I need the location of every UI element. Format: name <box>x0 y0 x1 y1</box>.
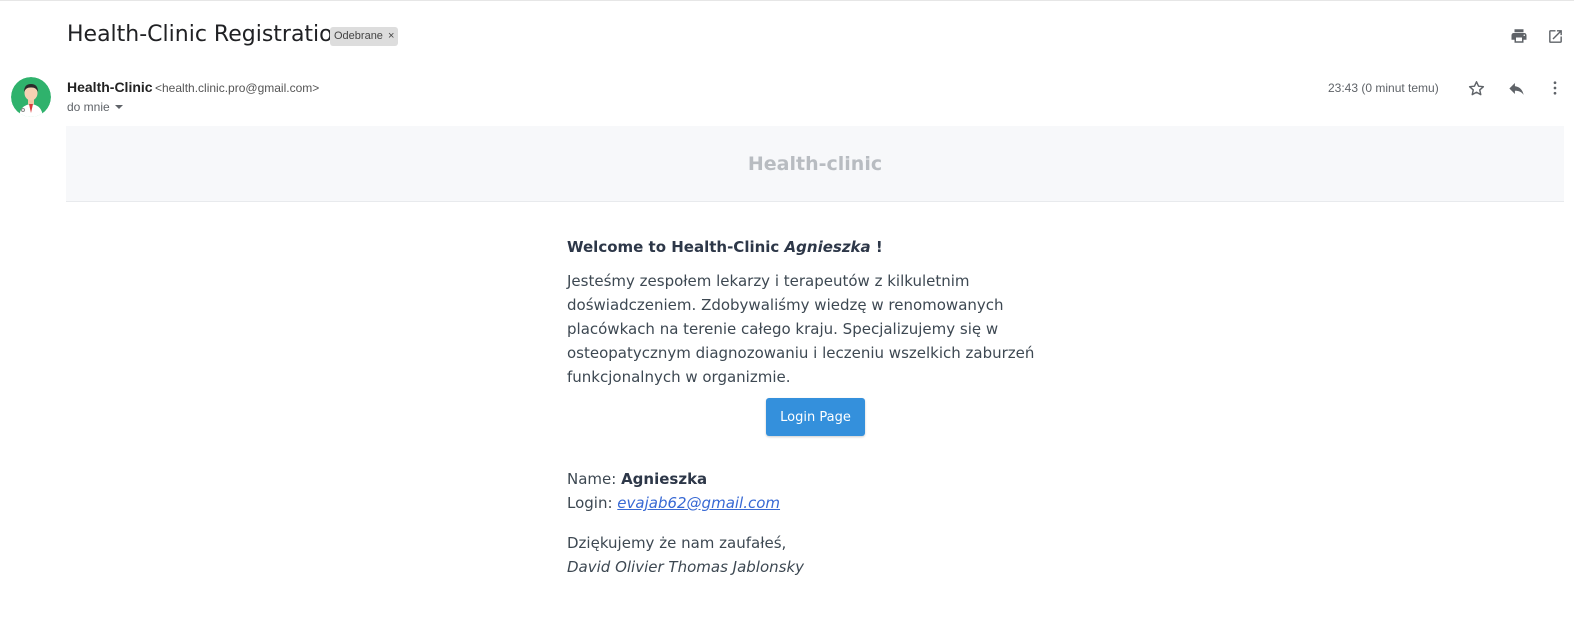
star-icon[interactable] <box>1465 77 1487 99</box>
more-vertical-icon[interactable] <box>1544 77 1566 99</box>
email-subject: Health-Clinic Registration <box>67 22 347 47</box>
inbox-label-text: Odebrane <box>334 30 383 42</box>
account-details: Name: Agnieszka Login: evajab62@gmail.co… <box>567 467 780 515</box>
welcome-suffix: ! <box>870 238 883 256</box>
name-row: Name: Agnieszka <box>567 467 780 491</box>
welcome-prefix: Welcome to Health-Clinic <box>567 238 785 256</box>
login-label: Login: <box>567 494 618 512</box>
caret-down-icon <box>114 105 123 109</box>
sender-email: <health.clinic.pro@gmail.com> <box>155 81 320 95</box>
name-label: Name: <box>567 470 622 488</box>
print-icon[interactable] <box>1509 26 1529 46</box>
top-divider <box>0 0 1574 1</box>
name-value: Agnieszka <box>621 470 708 488</box>
brand-title[interactable]: Health-clinic <box>748 153 882 175</box>
welcome-name: Agnieszka <box>784 238 871 256</box>
signature: David Olivier Thomas Jablonsky <box>567 558 805 576</box>
sender-name[interactable]: Health-Clinic <box>67 79 153 95</box>
email-content: Welcome to Health-Clinic Agnieszka ! Jes… <box>567 238 1087 389</box>
login-email-link[interactable]: evajab62@gmail.com <box>617 494 780 512</box>
email-header-banner: Health-clinic <box>66 126 1564 202</box>
login-row: Login: evajab62@gmail.com <box>567 491 780 515</box>
welcome-heading: Welcome to Health-Clinic Agnieszka ! <box>567 238 1087 256</box>
signoff: Dziękujemy że nam zaufałeś, David Olivie… <box>567 531 804 579</box>
recipient-details-toggle[interactable]: do mnie <box>67 100 124 114</box>
sender-avatar <box>11 77 51 117</box>
inbox-label-chip[interactable]: Odebrane × <box>330 27 399 46</box>
reply-icon[interactable] <box>1505 77 1527 99</box>
login-page-button[interactable]: Login Page <box>766 398 865 436</box>
doctor-avatar-icon <box>11 77 51 117</box>
thanks-text: Dziękujemy że nam zaufałeś, <box>567 534 787 552</box>
email-timestamp: 23:43 (0 minut temu) <box>1328 81 1439 95</box>
open-in-new-window-icon[interactable] <box>1545 26 1565 46</box>
intro-paragraph: Jesteśmy zespołem lekarzy i terapeutów z… <box>567 272 1035 386</box>
remove-label-button[interactable]: × <box>388 27 394 46</box>
recipient-text: do mnie <box>67 100 110 114</box>
